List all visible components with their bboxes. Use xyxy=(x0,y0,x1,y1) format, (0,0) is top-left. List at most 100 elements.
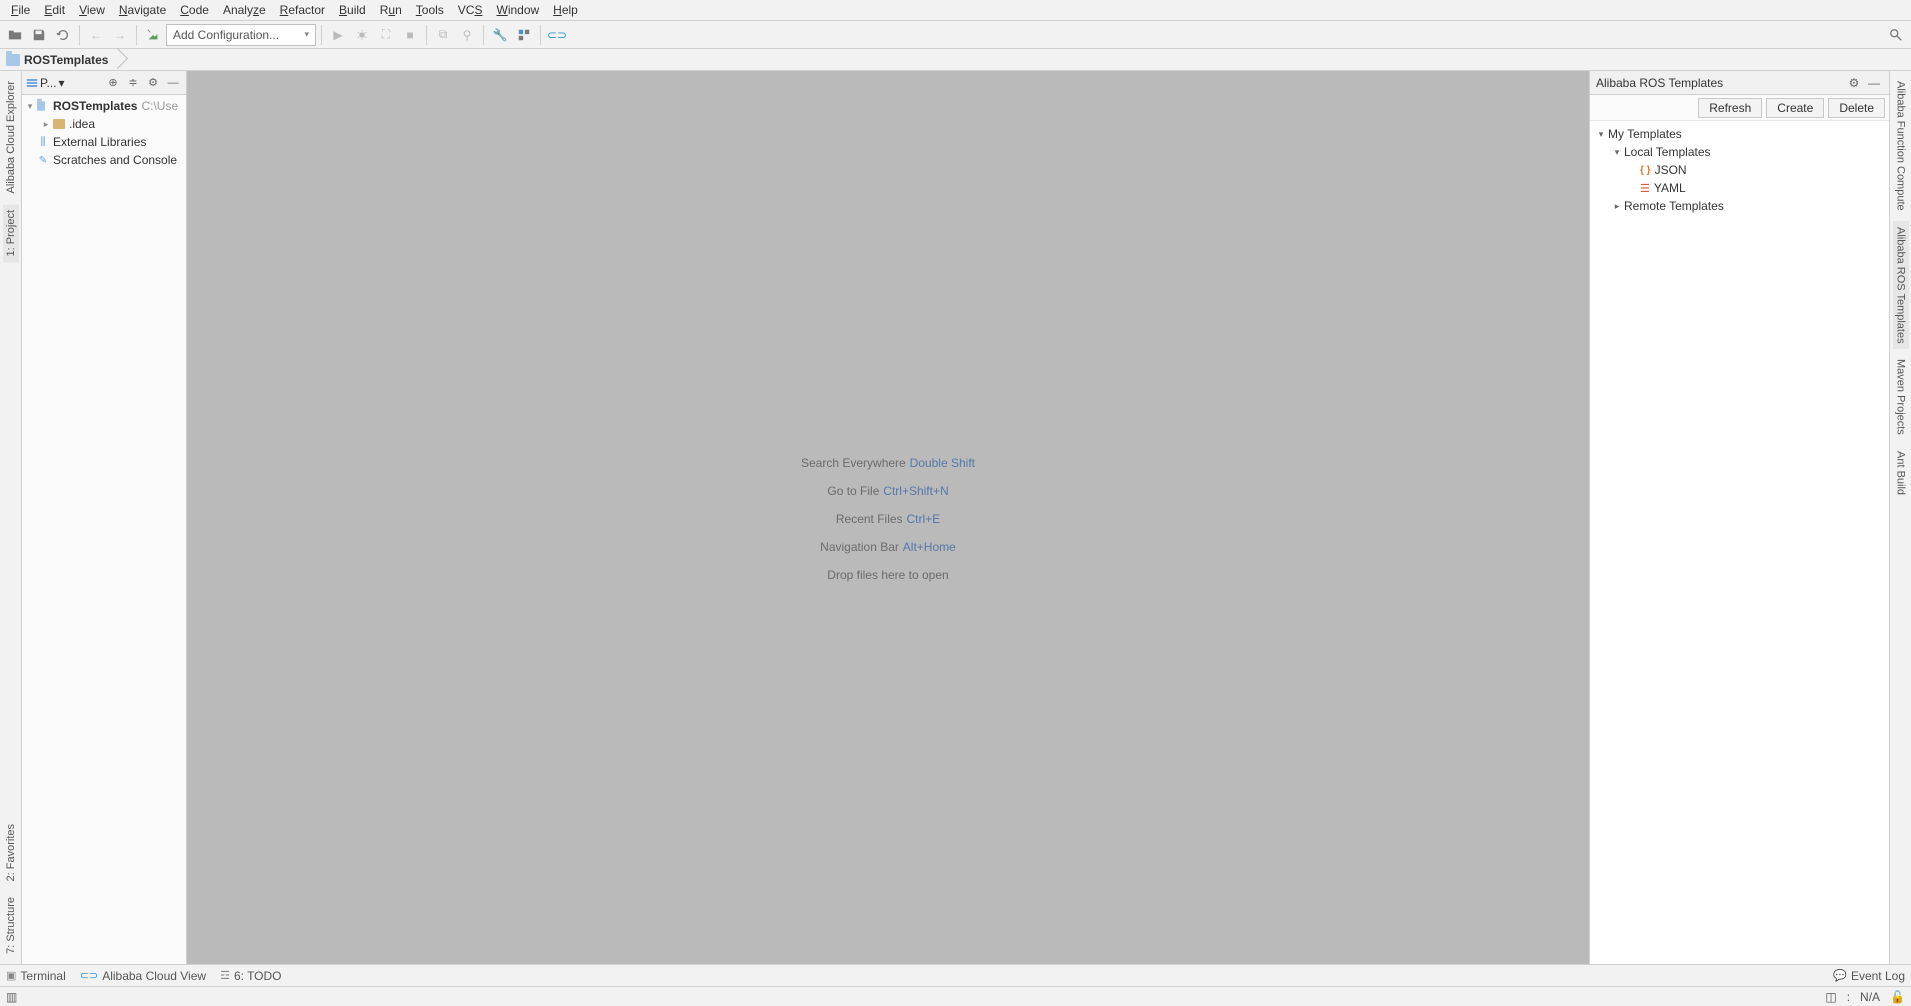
gear-icon[interactable]: ⚙ xyxy=(144,74,162,92)
ros-tree: ▾ My Templates ▾ Local Templates { } JSO… xyxy=(1590,121,1889,964)
ros-panel-header: Alibaba ROS Templates ⚙ — xyxy=(1590,71,1889,95)
menu-tools[interactable]: Tools xyxy=(409,1,451,19)
save-icon[interactable] xyxy=(28,24,50,46)
alibaba-icon[interactable]: ⊂⊃ xyxy=(546,24,568,46)
hint-search-everywhere: Search Everywhere Double Shift xyxy=(801,454,975,470)
tree-root[interactable]: ▾ ROSTemplates C:\Use xyxy=(22,97,186,115)
refresh-button[interactable]: Refresh xyxy=(1698,98,1762,118)
menu-window[interactable]: Window xyxy=(489,1,546,19)
tab-todo[interactable]: ☲ 6: TODO xyxy=(220,969,281,983)
create-button[interactable]: Create xyxy=(1766,98,1824,118)
open-icon[interactable] xyxy=(4,24,26,46)
menu-run[interactable]: Run xyxy=(373,1,409,19)
lock-icon[interactable]: 🔓 xyxy=(1890,990,1905,1004)
run-config-dropdown[interactable]: Add Configuration... xyxy=(166,24,316,46)
tab-function-compute[interactable]: Alibaba Function Compute xyxy=(1893,75,1909,217)
ros-remote-templates[interactable]: ▸ Remote Templates xyxy=(1592,197,1887,215)
hint-go-to-file: Go to File Ctrl+Shift+N xyxy=(827,482,948,498)
separator xyxy=(321,25,322,45)
tab-cloud-explorer[interactable]: Alibaba Cloud Explorer xyxy=(3,75,19,200)
project-tree: ▾ ROSTemplates C:\Use ▸ .idea External L… xyxy=(22,95,186,964)
tab-maven[interactable]: Maven Projects xyxy=(1893,353,1909,441)
tree-external-libs[interactable]: External Libraries xyxy=(22,133,186,151)
chevron-down-icon: ▾ xyxy=(24,101,36,112)
hint-drop-files: Drop files here to open xyxy=(827,566,948,582)
run-config-label: Add Configuration... xyxy=(173,28,279,42)
run-icon[interactable]: ▶ xyxy=(327,24,349,46)
refresh-icon[interactable] xyxy=(52,24,74,46)
breadcrumb-root-label: ROSTemplates xyxy=(24,53,108,67)
ros-local-templates[interactable]: ▾ Local Templates xyxy=(1592,143,1887,161)
coverage-icon[interactable]: ⛶ xyxy=(375,24,397,46)
tool-window-quick-access-icon[interactable]: ▥ xyxy=(6,990,17,1004)
debug-icon[interactable] xyxy=(351,24,373,46)
gear-icon[interactable]: ⚙ xyxy=(1845,74,1863,92)
menu-help[interactable]: Help xyxy=(546,1,585,19)
project-panel: P...▾ ⊕ ≑ ⚙ — ▾ ROSTemplates C:\Use ▸ .i… xyxy=(22,71,187,964)
separator xyxy=(79,25,80,45)
settings-icon[interactable]: 🔧 xyxy=(489,24,511,46)
tab-favorites[interactable]: 2: Favorites xyxy=(3,818,19,887)
breadcrumb-root[interactable]: ROSTemplates xyxy=(0,49,118,71)
chevron-right-icon: ▸ xyxy=(1610,201,1624,212)
separator xyxy=(483,25,484,45)
status-indicator-icon[interactable]: ◫ xyxy=(1825,990,1836,1004)
tree-root-path: C:\Use xyxy=(141,99,178,113)
yaml-icon: ☰ xyxy=(1640,182,1650,195)
hide-icon[interactable]: — xyxy=(164,74,182,92)
ros-panel-title: Alibaba ROS Templates xyxy=(1596,76,1723,90)
tab-cloud-view[interactable]: ⊂⊃ Alibaba Cloud View xyxy=(80,969,206,983)
back-icon[interactable]: ← xyxy=(85,24,107,46)
ros-my-templates[interactable]: ▾ My Templates xyxy=(1592,125,1887,143)
alibaba-icon: ⊂⊃ xyxy=(80,969,98,982)
tree-item-idea[interactable]: ▸ .idea xyxy=(22,115,186,133)
tab-event-log[interactable]: 💬 Event Log xyxy=(1833,969,1905,983)
build-icon[interactable] xyxy=(142,24,164,46)
delete-button[interactable]: Delete xyxy=(1828,98,1885,118)
menu-file[interactable]: File xyxy=(4,1,37,19)
todo-icon: ☲ xyxy=(220,969,230,982)
hide-icon[interactable]: — xyxy=(1865,74,1883,92)
hint-nav-bar: Navigation Bar Alt+Home xyxy=(820,538,956,554)
menu-refactor[interactable]: Refactor xyxy=(273,1,332,19)
tab-ros-templates[interactable]: Alibaba ROS Templates xyxy=(1893,221,1909,350)
menu-navigate[interactable]: Navigate xyxy=(112,1,173,19)
menu-vcs[interactable]: VCS xyxy=(451,1,490,19)
separator xyxy=(540,25,541,45)
tab-terminal[interactable]: ▣ Terminal xyxy=(6,969,66,983)
menu-analyze[interactable]: Analyze xyxy=(216,1,273,19)
tab-structure[interactable]: 7: Structure xyxy=(3,891,19,960)
breadcrumb-bar: ROSTemplates xyxy=(0,49,1911,71)
tree-item-label: .idea xyxy=(69,117,95,131)
forward-icon[interactable]: → xyxy=(109,24,131,46)
tree-item-label: Scratches and Console xyxy=(53,153,177,167)
tree-scratches[interactable]: Scratches and Console xyxy=(22,151,186,169)
collapse-icon[interactable]: ≑ xyxy=(124,74,142,92)
search-icon[interactable] xyxy=(1885,24,1907,46)
library-icon xyxy=(36,135,50,149)
menu-edit[interactable]: Edit xyxy=(37,1,72,19)
menu-view[interactable]: View xyxy=(72,1,112,19)
tree-root-label: ROSTemplates xyxy=(53,99,137,113)
hint-recent-files: Recent Files Ctrl+E xyxy=(836,510,940,526)
folder-icon xyxy=(6,54,20,66)
ros-button-row: Refresh Create Delete xyxy=(1590,95,1889,121)
menu-code[interactable]: Code xyxy=(173,1,216,19)
project-structure-icon[interactable] xyxy=(513,24,535,46)
status-separator: : xyxy=(1847,990,1850,1004)
locate-icon[interactable]: ⊕ xyxy=(104,74,122,92)
ros-yaml-item[interactable]: ☰ YAML xyxy=(1592,179,1887,197)
tab-ant[interactable]: Ant Build xyxy=(1893,445,1909,501)
right-tool-gutter: Alibaba Function Compute Alibaba ROS Tem… xyxy=(1889,71,1911,964)
ros-json-item[interactable]: { } JSON xyxy=(1592,161,1887,179)
attach-icon[interactable]: ⚲ xyxy=(456,24,478,46)
profile-icon[interactable]: ⧉ xyxy=(432,24,454,46)
stop-icon[interactable]: ■ xyxy=(399,24,421,46)
tab-project[interactable]: 1: Project xyxy=(3,204,19,262)
project-view-selector[interactable]: P...▾ xyxy=(26,76,65,90)
left-tool-gutter: Alibaba Cloud Explorer 1: Project 2: Fav… xyxy=(0,71,22,964)
toolbar: ← → Add Configuration... ▶ ⛶ ■ ⧉ ⚲ 🔧 ⊂⊃ xyxy=(0,21,1911,49)
project-panel-header: P...▾ ⊕ ≑ ⚙ — xyxy=(22,71,186,95)
editor-empty-state[interactable]: Search Everywhere Double Shift Go to Fil… xyxy=(187,71,1589,964)
menu-build[interactable]: Build xyxy=(332,1,373,19)
